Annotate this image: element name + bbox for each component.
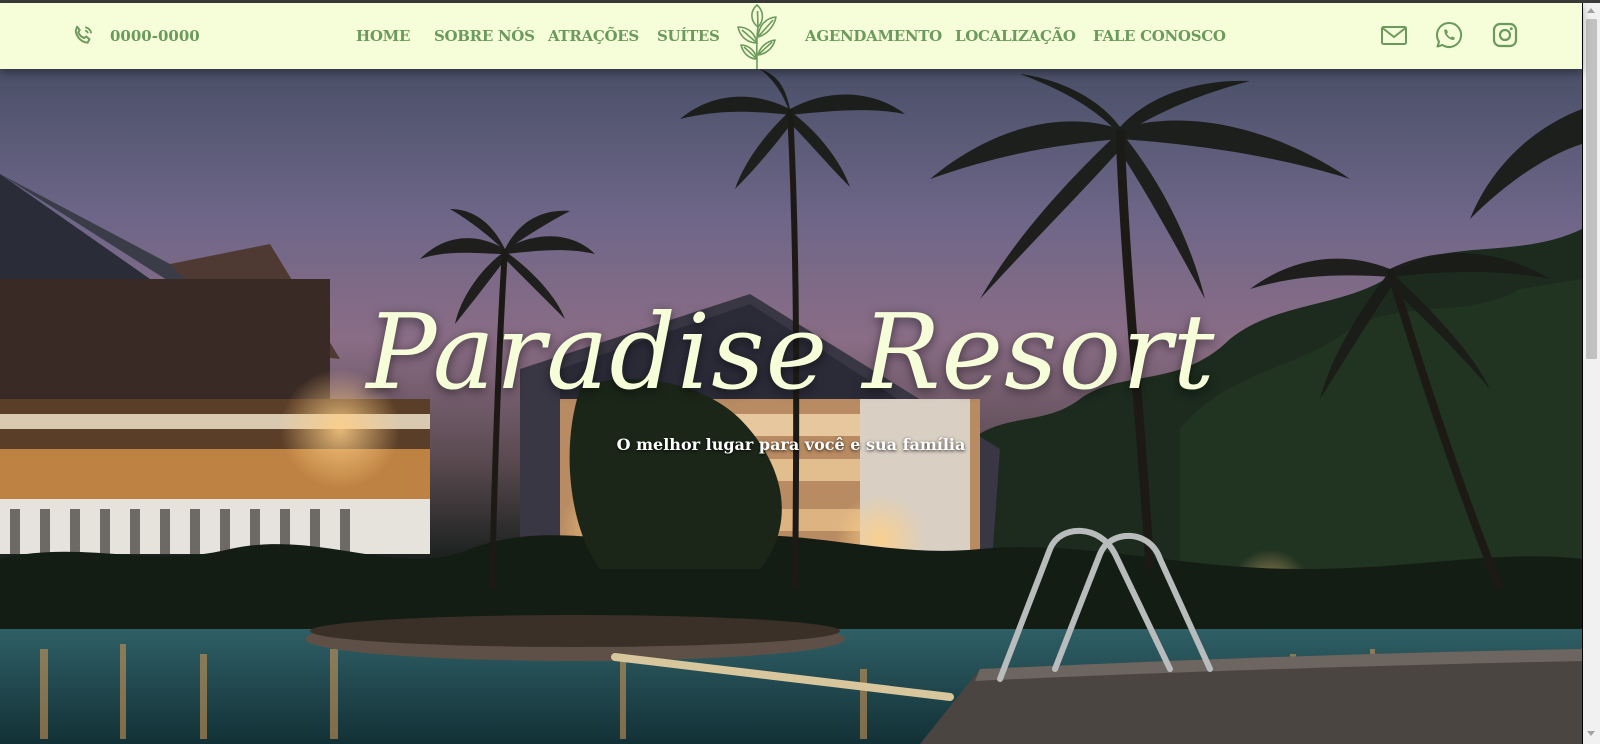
hero-banner: Paradise Resort O melhor lugar para você… xyxy=(0,69,1582,744)
phone-contact[interactable]: 0000-0000 xyxy=(70,23,200,49)
scroll-up-icon[interactable] xyxy=(1587,8,1595,13)
mail-icon[interactable] xyxy=(1379,20,1409,50)
nav-fale-conosco[interactable]: FALE CONOSCO xyxy=(1093,27,1226,45)
whatsapp-icon[interactable] xyxy=(1434,20,1464,50)
hero-title: Paradise Resort xyxy=(366,291,1216,413)
nav-agendamento[interactable]: AGENDAMENTO xyxy=(805,27,942,45)
phone-icon xyxy=(74,25,92,44)
nav-home[interactable]: HOME xyxy=(356,27,410,45)
navbar: 0000-0000 HOME SOBRE NÓS ATRAÇÕES SUÍTES… xyxy=(0,3,1582,71)
nav-localizacao[interactable]: LOCALIZAÇÃO xyxy=(955,27,1076,45)
leaf-logo[interactable] xyxy=(728,3,786,71)
page-scrollbar[interactable] xyxy=(1583,3,1600,744)
nav-atracoes[interactable]: ATRAÇÕES xyxy=(548,27,639,45)
nav-sobre-nos[interactable]: SOBRE NÓS xyxy=(434,27,535,45)
nav-suites[interactable]: SUÍTES xyxy=(657,27,720,45)
scrollbar-thumb[interactable] xyxy=(1586,19,1597,359)
hero-subtitle: O melhor lugar para você e sua família xyxy=(616,435,966,454)
instagram-icon[interactable] xyxy=(1490,20,1520,50)
scroll-down-icon[interactable] xyxy=(1587,731,1595,736)
phone-number: 0000-0000 xyxy=(110,27,200,45)
